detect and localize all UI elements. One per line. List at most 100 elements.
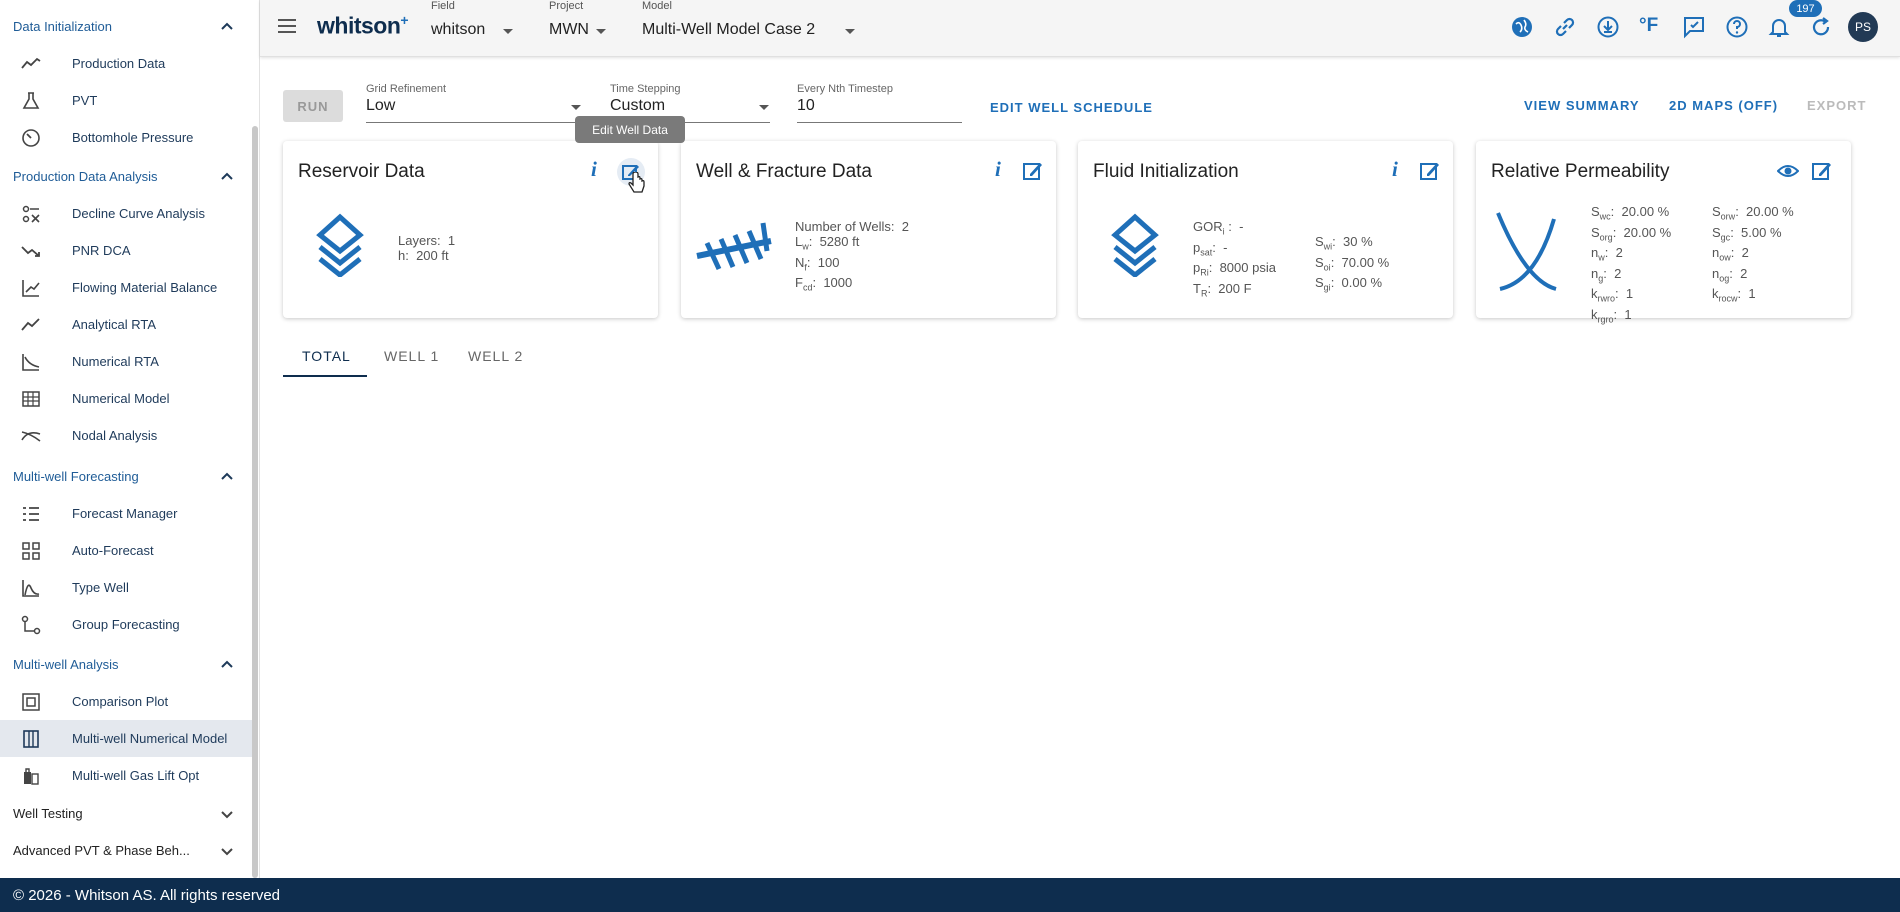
top-bar: whitson+ Field whitson Project MWN Model… xyxy=(260,0,1900,57)
logo-plus: + xyxy=(400,12,409,28)
tab-total[interactable]: TOTAL xyxy=(302,348,351,364)
section-production-data-analysis[interactable]: Production Data Analysis xyxy=(0,158,252,195)
logo[interactable]: whitson+ xyxy=(317,12,409,40)
grid-refinement-select[interactable]: Grid Refinement Low xyxy=(366,83,581,123)
grid-icon xyxy=(22,542,40,560)
edit-well-schedule-button[interactable]: EDIT WELL SCHEDULE xyxy=(990,100,1153,115)
reservoir-values: Layers: 1 h: 200 ft xyxy=(398,233,456,263)
sidebar-item-label: PNR DCA xyxy=(72,243,131,258)
sidebar-item-multi-well-gas-lift-opt[interactable]: Multi-well Gas Lift Opt xyxy=(0,757,252,794)
decline-axis-icon xyxy=(22,354,40,371)
refresh-icon[interactable] xyxy=(1809,15,1833,39)
tab-well-1[interactable]: WELL 1 xyxy=(384,348,439,364)
model-select[interactable]: Model Multi-Well Model Case 2 xyxy=(642,0,815,39)
run-button[interactable]: RUN xyxy=(283,90,343,122)
gas-cylinder-icon xyxy=(24,768,39,785)
sidebar-item-label: Production Data xyxy=(72,56,166,71)
sidebar-item-comparison-plot[interactable]: Comparison Plot xyxy=(0,683,252,720)
axis-chart-icon xyxy=(22,280,40,297)
sidebar-item-decline-curve-analysis[interactable]: Decline Curve Analysis xyxy=(0,195,252,232)
chevron-up-icon xyxy=(221,660,233,668)
sidebar-item-pnr-dca[interactable]: PNR DCA xyxy=(0,232,252,269)
layers-icon xyxy=(316,213,364,277)
underline xyxy=(797,122,962,123)
section-label: Well Testing xyxy=(13,806,83,821)
section-data-initialization[interactable]: Data Initialization xyxy=(0,8,252,45)
line-chart-icon xyxy=(21,318,40,331)
sidebar-item-production-data[interactable]: Production Data xyxy=(0,45,252,82)
sidebar-item-group-forecasting[interactable]: Group Forecasting xyxy=(0,606,252,643)
sidebar-item-pvt[interactable]: PVT xyxy=(0,82,252,119)
nth-timestep-value: 10 xyxy=(797,97,815,114)
sidebar-item-label: Analytical RTA xyxy=(72,317,157,332)
section-label: Advanced PVT & Phase Beh... xyxy=(13,843,190,858)
grid-refinement-label: Grid Refinement xyxy=(366,83,447,95)
list-icon xyxy=(23,507,39,521)
sidebar-item-auto-forecast[interactable]: Auto-Forecast xyxy=(0,532,252,569)
export-button[interactable]: EXPORT xyxy=(1807,98,1866,113)
sidebar-item-label: Multi-well Numerical Model xyxy=(72,731,228,746)
tab-indicator xyxy=(283,375,367,377)
sidebar-item-nodal-analysis[interactable]: Nodal Analysis xyxy=(0,417,252,454)
sidebar-item-numerical-rta[interactable]: Numerical RTA xyxy=(0,343,252,380)
field-select[interactable]: Field whitson xyxy=(431,0,485,39)
section-advanced-pvt[interactable]: Advanced PVT & Phase Beh... xyxy=(0,832,252,869)
section-well-testing[interactable]: Well Testing xyxy=(0,795,252,832)
sidebar-item-bottomhole-pressure[interactable]: Bottomhole Pressure xyxy=(0,119,252,156)
sidebar-item-numerical-model[interactable]: Numerical Model xyxy=(0,380,252,417)
project-select[interactable]: Project MWN xyxy=(549,0,589,39)
view-summary-button[interactable]: VIEW SUMMARY xyxy=(1524,98,1640,113)
fluid-initialization-card: Fluid Initialization i GORi : - psat: - … xyxy=(1078,141,1453,318)
chevron-up-icon xyxy=(221,22,233,30)
section-label: Data Initialization xyxy=(13,19,112,34)
trending-down-icon xyxy=(21,246,40,257)
project-dropdown-icon[interactable] xyxy=(596,29,606,34)
relperm-values-right: Sorw: 20.00 % Sgc: 5.00 % now: 2 nog: 2 … xyxy=(1712,204,1794,304)
copyright-text: © 2026 - Whitson AS. All rights reserved xyxy=(13,886,281,904)
card-title: Well & Fracture Data xyxy=(696,161,872,182)
feedback-icon[interactable] xyxy=(1682,15,1706,39)
sidebar-item-type-well[interactable]: Type Well xyxy=(0,569,252,606)
model-dropdown-icon[interactable] xyxy=(845,29,855,34)
eye-icon[interactable] xyxy=(1777,160,1799,182)
sidebar-item-forecast-manager[interactable]: Forecast Manager xyxy=(0,495,252,532)
edit-icon[interactable] xyxy=(1811,160,1833,182)
field-dropdown-icon[interactable] xyxy=(503,29,513,34)
globe-icon[interactable] xyxy=(1510,15,1534,39)
field-label: Field xyxy=(431,0,455,12)
edit-icon[interactable] xyxy=(1419,160,1441,182)
download-icon[interactable] xyxy=(1596,15,1620,39)
gauge-icon xyxy=(22,129,40,147)
2d-maps-button[interactable]: 2D MAPS (OFF) xyxy=(1669,98,1778,113)
bell-icon[interactable] xyxy=(1767,15,1791,39)
chevron-down-icon xyxy=(221,811,233,819)
fahrenheit-icon[interactable]: °F xyxy=(1639,15,1658,37)
edit-icon[interactable] xyxy=(1022,160,1044,182)
sidebar-item-label: Bottomhole Pressure xyxy=(72,130,194,145)
sidebar-item-multi-well-numerical-model[interactable]: Multi-well Numerical Model xyxy=(0,720,252,757)
relative-permeability-card: Relative Permeability Swc: 20.00 % Sorg:… xyxy=(1476,141,1851,325)
avatar[interactable]: PS xyxy=(1848,12,1878,42)
help-icon[interactable] xyxy=(1725,15,1749,39)
sidebar-item-label: Multi-well Gas Lift Opt xyxy=(72,768,200,783)
sidebar-scrollbar[interactable] xyxy=(252,126,258,878)
menu-icon[interactable] xyxy=(277,18,297,34)
section-multi-well-forecasting[interactable]: Multi-well Forecasting xyxy=(0,458,252,495)
relperm-values-left: Swc: 20.00 % Sorg: 20.00 % nw: 2 ng: 2 k… xyxy=(1591,204,1672,325)
info-icon[interactable]: i xyxy=(591,157,613,181)
logo-text: whitson xyxy=(317,12,401,39)
hand-cursor-icon xyxy=(628,172,645,193)
nth-timestep-input[interactable]: Every Nth Timestep 10 xyxy=(797,83,962,123)
info-icon[interactable]: i xyxy=(995,157,1017,181)
sidebar-item-analytical-rta[interactable]: Analytical RTA xyxy=(0,306,252,343)
chevron-up-icon xyxy=(221,172,233,180)
link-icon[interactable] xyxy=(1553,15,1577,39)
grid-dropdown-icon xyxy=(571,105,581,110)
sidebar-item-label: Auto-Forecast xyxy=(72,543,154,558)
sidebar-item-flowing-material-balance[interactable]: Flowing Material Balance xyxy=(0,269,252,306)
well-fracture-data-card: Well & Fracture Data i Number of Wells: … xyxy=(681,141,1056,318)
grid-table-icon xyxy=(22,391,40,407)
tab-well-2[interactable]: WELL 2 xyxy=(468,348,523,364)
section-multi-well-analysis[interactable]: Multi-well Analysis xyxy=(0,646,252,683)
info-icon[interactable]: i xyxy=(1392,157,1414,181)
